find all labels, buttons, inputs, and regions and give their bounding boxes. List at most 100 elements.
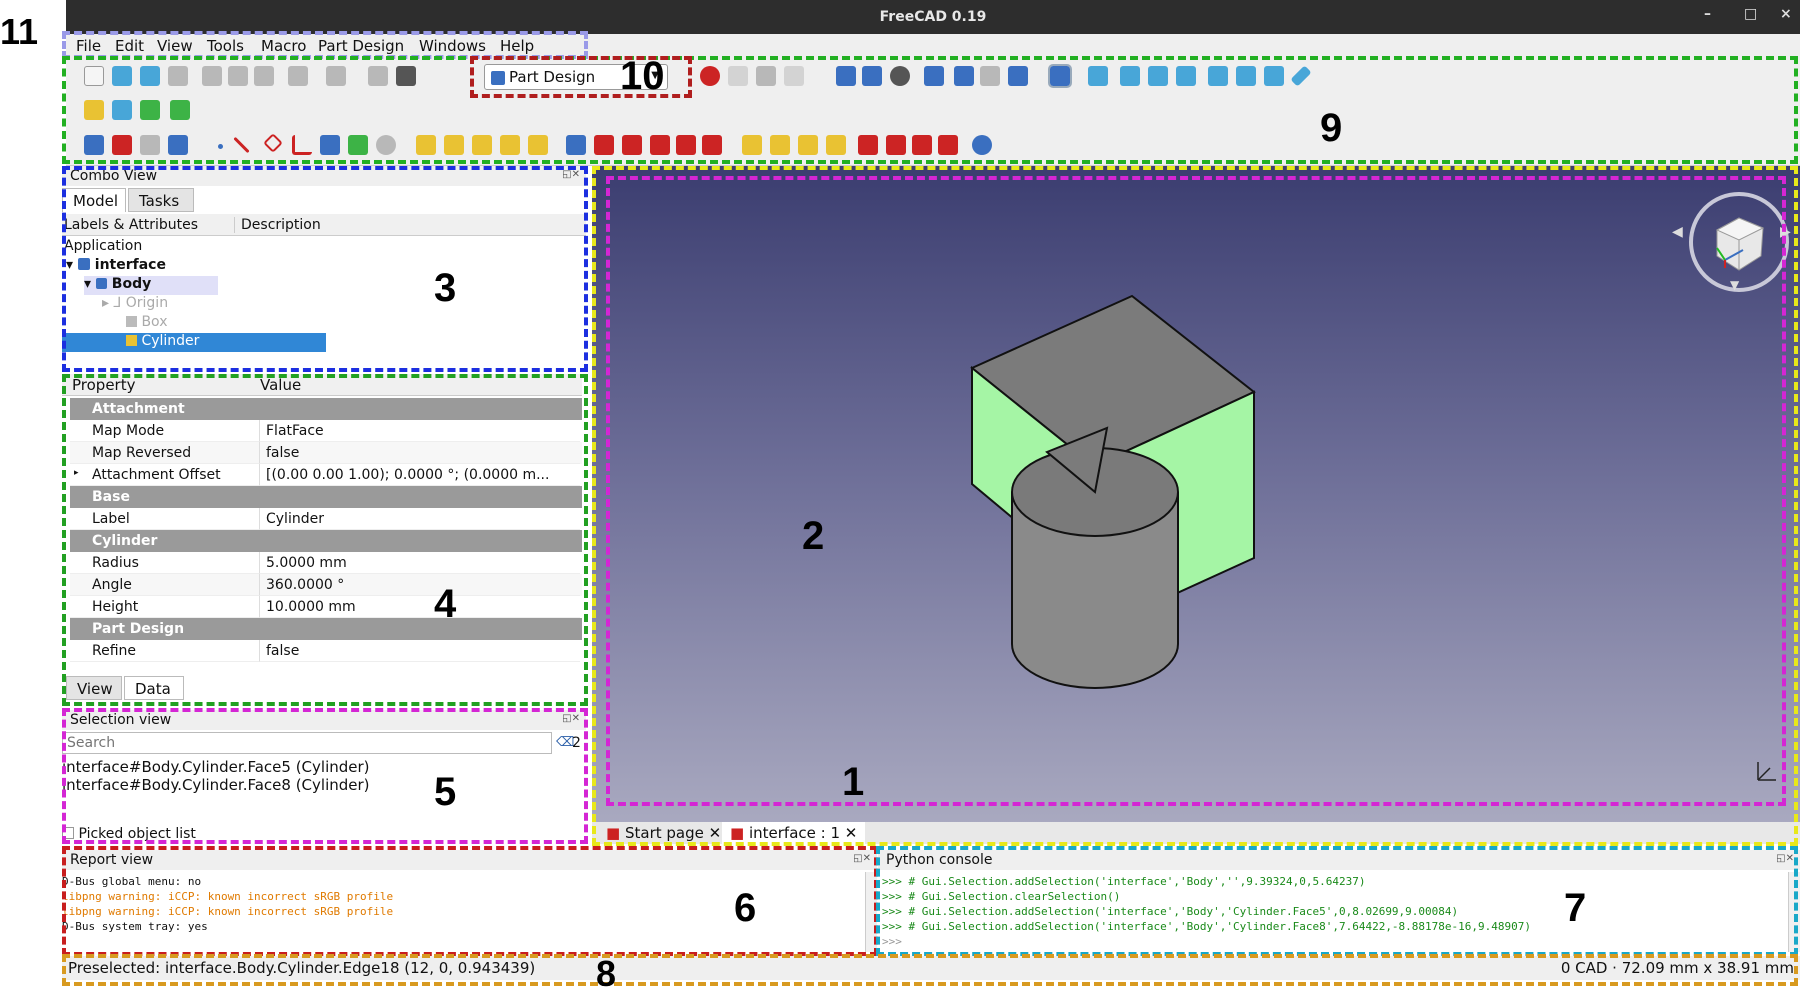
subtractive-pipe-icon[interactable] xyxy=(676,135,696,155)
menu-part-design[interactable]: Part Design xyxy=(318,37,404,55)
tree-item-box[interactable]: Box xyxy=(126,314,167,333)
prop-map-mode[interactable]: Map Mode FlatFace xyxy=(70,420,582,442)
mirrored-icon[interactable] xyxy=(742,135,762,155)
menu-view[interactable]: View xyxy=(157,37,193,55)
additive-pipe-icon[interactable] xyxy=(500,135,520,155)
linear-pattern-icon[interactable] xyxy=(770,135,790,155)
selection-search-input[interactable] xyxy=(62,732,552,754)
bottom-view-icon[interactable] xyxy=(1236,66,1256,86)
hole-icon[interactable] xyxy=(594,135,614,155)
column-property[interactable]: Property xyxy=(72,376,135,394)
cut-icon[interactable] xyxy=(202,66,222,86)
prop-attachment-offset[interactable]: ▸ Attachment Offset [(0.00 0.00 1.00); 0.0… xyxy=(70,464,582,486)
sketch-icon[interactable] xyxy=(112,135,132,155)
pad-icon[interactable] xyxy=(416,135,436,155)
tab-start-page[interactable]: ■ Start page ✕ xyxy=(598,822,729,844)
boolean-icon[interactable] xyxy=(972,135,992,155)
undo-icon[interactable] xyxy=(288,66,308,86)
tab-data[interactable]: Data xyxy=(124,676,184,700)
selection-item[interactable]: interface#Body.Cylinder.Face5 (Cylinder) xyxy=(62,758,370,776)
subtractive-loft-icon[interactable] xyxy=(650,135,670,155)
panel-buttons-icon[interactable]: ◱✕ xyxy=(562,713,580,724)
maximize-button[interactable]: □ xyxy=(1744,6,1757,22)
open-file-icon[interactable] xyxy=(112,66,132,86)
isometric-view-icon[interactable] xyxy=(1088,66,1108,86)
edit-macro-icon[interactable] xyxy=(756,66,776,86)
tree-item-cylinder[interactable]: Cylinder xyxy=(62,333,326,352)
selection-item[interactable]: interface#Body.Cylinder.Face8 (Cylinder) xyxy=(62,776,370,794)
datum-plane-icon[interactable] xyxy=(263,133,283,153)
draft-icon[interactable] xyxy=(912,135,932,155)
redo-icon[interactable] xyxy=(326,66,346,86)
subtractive-primitive-icon[interactable] xyxy=(702,135,722,155)
close-tab-icon[interactable]: ✕ xyxy=(709,824,722,842)
right-view-icon[interactable] xyxy=(1176,66,1196,86)
menu-help[interactable]: Help xyxy=(500,37,534,55)
subshape-binder-icon[interactable] xyxy=(320,135,340,155)
tree-item-origin[interactable]: ▸ ⅃ Origin xyxy=(102,295,168,314)
zoom-icon[interactable] xyxy=(1048,64,1072,88)
clone-icon[interactable] xyxy=(348,135,368,155)
python-output[interactable]: >>> # Gui.Selection.addSelection('interf… xyxy=(882,874,1786,949)
panel-buttons-icon[interactable]: ◱✕ xyxy=(1776,853,1794,864)
thickness-icon[interactable] xyxy=(938,135,958,155)
link-icon[interactable] xyxy=(140,100,160,120)
chamfer-icon[interactable] xyxy=(886,135,906,155)
fit-all-icon[interactable] xyxy=(836,66,856,86)
picked-object-checkbox[interactable]: Picked object list xyxy=(62,826,196,842)
stop-macro-icon[interactable] xyxy=(728,66,748,86)
sprocket-icon[interactable] xyxy=(376,135,396,155)
column-value[interactable]: Value xyxy=(260,376,301,394)
std-views-icon[interactable] xyxy=(1008,66,1028,86)
nav-arrow-right-icon[interactable]: ▶ xyxy=(1780,224,1791,240)
model-render[interactable] xyxy=(592,166,1800,824)
link-actions-icon[interactable] xyxy=(170,100,190,120)
prop-height[interactable]: Height 10.0000 mm xyxy=(70,596,582,618)
menu-windows[interactable]: Windows xyxy=(419,37,486,55)
prop-angle[interactable]: Angle 360.0000 ° xyxy=(70,574,582,596)
group-cylinder[interactable]: Cylinder xyxy=(70,530,582,552)
prop-refine[interactable]: Refine false xyxy=(70,640,582,662)
additive-loft-icon[interactable] xyxy=(472,135,492,155)
console-prompt[interactable]: >>> xyxy=(882,934,1786,949)
minimize-button[interactable]: – xyxy=(1704,6,1711,22)
prop-radius[interactable]: Radius 5.0000 mm xyxy=(70,552,582,574)
new-file-icon[interactable] xyxy=(84,66,104,86)
3d-viewport[interactable]: ◀ ▶ ▼ xyxy=(592,166,1800,824)
save-icon[interactable] xyxy=(140,66,160,86)
record-macro-icon[interactable] xyxy=(700,66,720,86)
part-icon[interactable] xyxy=(84,100,104,120)
polar-pattern-icon[interactable] xyxy=(798,135,818,155)
datum-line-icon[interactable] xyxy=(233,136,250,154)
menu-edit[interactable]: Edit xyxy=(115,37,144,55)
group-part-design[interactable]: Part Design xyxy=(70,618,582,640)
nav-arrow-down-icon[interactable]: ▼ xyxy=(1730,278,1739,292)
copy-icon[interactable] xyxy=(228,66,248,86)
print-icon[interactable] xyxy=(168,66,188,86)
rear-view-icon[interactable] xyxy=(1208,66,1228,86)
group-icon[interactable] xyxy=(112,100,132,120)
tab-interface[interactable]: ■ interface : 1 ✕ xyxy=(722,822,866,844)
top-view-icon[interactable] xyxy=(1148,66,1168,86)
fit-selection-icon[interactable] xyxy=(862,66,882,86)
tree-item-body[interactable]: ▾ Body xyxy=(84,276,218,295)
column-labels[interactable]: Labels & Attributes xyxy=(64,217,198,233)
paste-icon[interactable] xyxy=(254,66,274,86)
column-description[interactable]: Description xyxy=(234,217,321,233)
draw-style-icon[interactable] xyxy=(890,66,910,86)
body-icon[interactable] xyxy=(84,135,104,155)
datum-point-icon[interactable] xyxy=(218,144,223,149)
tab-tasks[interactable]: Tasks xyxy=(128,188,194,212)
tab-model[interactable]: Model xyxy=(62,188,126,212)
group-base[interactable]: Base xyxy=(70,486,582,508)
left-view-icon[interactable] xyxy=(1264,66,1284,86)
validate-sketch-icon[interactable] xyxy=(140,135,160,155)
whats-this-icon[interactable] xyxy=(396,66,416,86)
python-scrollbar[interactable] xyxy=(1788,872,1800,952)
fillet-icon[interactable] xyxy=(858,135,878,155)
panel-buttons-icon[interactable]: ◱✕ xyxy=(853,853,871,864)
forward-arrow-icon[interactable] xyxy=(980,66,1000,86)
menu-macro[interactable]: Macro xyxy=(261,37,306,55)
prop-label[interactable]: Label Cylinder xyxy=(70,508,582,530)
prop-map-reversed[interactable]: Map Reversed false xyxy=(70,442,582,464)
